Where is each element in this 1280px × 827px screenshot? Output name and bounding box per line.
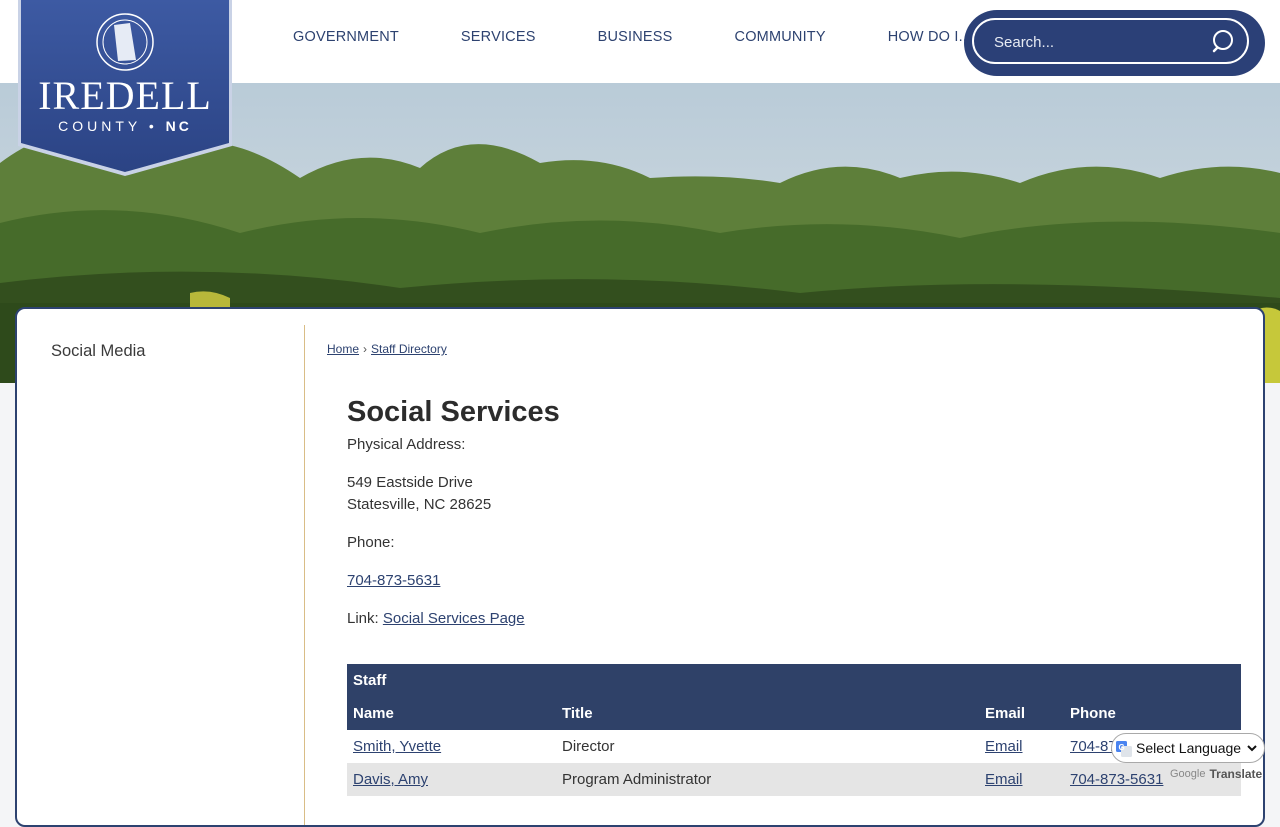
translate-link[interactable]: Translate (1209, 767, 1262, 781)
breadcrumb-separator: › (363, 342, 368, 356)
breadcrumb: Home › Staff Directory (327, 342, 447, 356)
department-phone-link[interactable]: 704-873-5631 (347, 572, 440, 589)
staff-title: Program Administrator (556, 763, 979, 796)
address-label: Physical Address: (347, 436, 466, 453)
language-selector[interactable]: G Select Language (1111, 733, 1265, 763)
sidebar-divider (304, 325, 305, 825)
staff-email-link[interactable]: Email (985, 771, 1023, 788)
staff-table: Staff Name Title Email Phone Smith, Yvet… (347, 664, 1241, 796)
content-card: Social Media Home › Staff Directory Social… (15, 307, 1265, 827)
logo-subtitle: COUNTY • NC (58, 118, 192, 134)
department-details: Social Services Physical Address: 549 Ea… (347, 392, 1241, 630)
nav-government[interactable]: GOVERNMENT (262, 29, 430, 45)
address-line-1: 549 Eastside Drive (347, 474, 473, 491)
google-wordmark: Google (1170, 768, 1206, 780)
nav-community[interactable]: COMMUNITY (704, 29, 857, 45)
breadcrumb-home[interactable]: Home (327, 342, 359, 356)
search-input[interactable] (992, 20, 1206, 64)
staff-title: Director (562, 738, 615, 755)
page-title: Social Services (347, 396, 560, 428)
main-nav: GOVERNMENT SERVICES BUSINESS COMMUNITY H… (262, 0, 1002, 74)
social-services-page-link[interactable]: Social Services Page (383, 610, 525, 627)
column-header-name: Name (347, 697, 556, 730)
powered-by-google: Google Translate (1170, 767, 1262, 781)
address-line-2: Statesville, NC 28625 (347, 496, 492, 513)
nav-business[interactable]: BUSINESS (567, 29, 704, 45)
svg-text:G: G (1119, 743, 1125, 752)
staff-name-link[interactable]: Smith, Yvette (353, 738, 441, 755)
phone-label: Phone: (347, 534, 395, 551)
logo-county: COUNTY (58, 118, 141, 134)
logo-wordmark: IREDELL (38, 73, 212, 118)
language-select[interactable]: Select Language (1132, 739, 1260, 757)
staff-email-link[interactable]: Email (985, 738, 1023, 755)
logo-state: NC (165, 118, 192, 134)
column-header-title: Title (556, 697, 979, 730)
staff-table-caption: Staff (347, 664, 1241, 697)
breadcrumb-staff-directory[interactable]: Staff Directory (371, 342, 447, 356)
link-label: Link: (347, 610, 379, 627)
sidebar-item-social-media[interactable]: Social Media (51, 342, 145, 361)
county-logo[interactable]: IREDELL COUNTY • NC (18, 0, 232, 176)
column-header-phone: Phone (1064, 697, 1241, 730)
table-row: Smith, Yvette Director Email 704-873-563… (347, 730, 1241, 763)
staff-name-link[interactable]: Davis, Amy (353, 771, 428, 788)
search-icon[interactable] (1211, 28, 1237, 54)
nav-services[interactable]: SERVICES (430, 29, 567, 45)
google-translate-icon: G (1116, 741, 1132, 757)
search-box (964, 10, 1265, 76)
table-row: Davis, Amy Program Administrator Email 7… (347, 763, 1241, 796)
staff-phone-link[interactable]: 704-873-5631 (1070, 771, 1163, 788)
search-field-frame (972, 18, 1249, 64)
column-header-email: Email (979, 697, 1064, 730)
